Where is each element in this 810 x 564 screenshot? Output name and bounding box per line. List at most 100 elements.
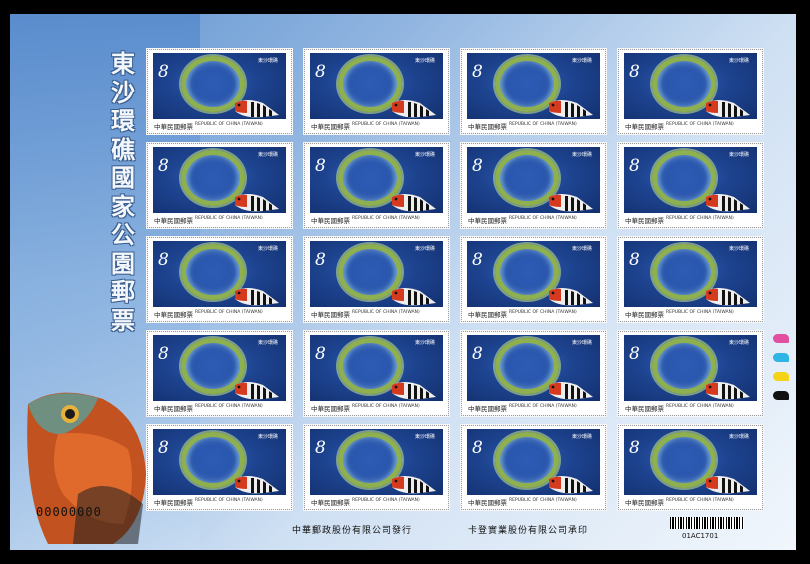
stamp-denomination: 8 <box>472 62 483 82</box>
fish-icon <box>549 288 593 306</box>
fish-icon <box>392 100 436 118</box>
stamp-country-en: REPUBLIC OF CHINA (TAIWAN) <box>666 498 734 503</box>
stamp-image: 8 東沙環礁 <box>467 147 600 213</box>
fish-icon <box>549 476 593 494</box>
sheet-title: 東沙環礁國家公園郵票 <box>106 49 140 335</box>
stamp-park-name: 東沙環礁 <box>728 58 749 64</box>
stamp-image: 8 東沙環礁 <box>153 53 286 119</box>
stamp-image: 8 東沙環礁 <box>624 241 757 307</box>
stamp: 8 東沙環礁中華民國郵票 REPUBLIC OF CHINA (TAIWAN) <box>147 49 292 134</box>
stamp: 8 東沙環礁中華民國郵票 REPUBLIC OF CHINA (TAIWAN) <box>304 331 449 416</box>
stamp-country-cn: 中華民國郵票 <box>468 217 507 225</box>
stamp-park-name: 東沙環礁 <box>571 152 592 158</box>
stamp-denomination: 8 <box>472 344 483 364</box>
sheet-title-char: 郵 <box>111 277 135 306</box>
stamp-country-en: REPUBLIC OF CHINA (TAIWAN) <box>352 498 420 503</box>
stamp-park-name: 東沙環礁 <box>728 246 749 252</box>
stamp: 8 東沙環礁 中華民國郵票 REPUBLIC OF CHINA (TAIWAN) <box>147 331 292 416</box>
stamp-country-cn: 中華民國郵票 <box>154 123 193 131</box>
fish-icon <box>706 476 750 494</box>
stamp-country-cn: 中華民國郵票 <box>154 217 193 225</box>
sheet-title-char: 園 <box>111 248 135 278</box>
stamp-country-cn: 中華民國郵票 <box>625 217 664 225</box>
stamp: 8 東沙環礁中華民國郵票 REPUBLIC OF CHINA (TAIWAN) <box>618 425 763 510</box>
stamp-grid: 8 東沙環礁 中華民國郵票 REPUBLIC OF CHINA (TAIWAN) 8 東沙… <box>147 49 776 512</box>
stamp-park-name: 東沙環礁 <box>728 152 749 158</box>
stamp: 8 東沙環礁中華民國郵票 REPUBLIC OF CHINA (TAIWAN) <box>461 143 606 228</box>
stamp-denomination: 8 <box>629 250 640 270</box>
stamp-image: 8 東沙環礁 <box>467 429 600 495</box>
sheet-title-char: 家 <box>111 191 135 221</box>
fish-icon <box>549 382 593 400</box>
fish-icon <box>392 194 436 212</box>
stamp-country-cn: 中華民國郵票 <box>625 123 664 131</box>
stamp-park-name: 東沙環礁 <box>414 152 435 158</box>
stamp-country-en: REPUBLIC OF CHINA (TAIWAN) <box>195 122 263 127</box>
stamp-denomination: 8 <box>629 438 640 458</box>
stamp-country-en: REPUBLIC OF CHINA (TAIWAN) <box>352 404 420 409</box>
stamp-country-cn: 中華民國郵票 <box>311 123 350 131</box>
stamp: 8 東沙環礁 中華民國郵票 REPUBLIC OF CHINA (TAIWAN) <box>461 49 606 134</box>
stamp: 8 東沙環礁 中華民國郵票 REPUBLIC OF CHINA (TAIWAN) <box>304 143 449 228</box>
stamp-image: 8 東沙環礁 <box>624 53 757 119</box>
fish-icon <box>235 194 279 212</box>
stamp-park-name: 東沙環礁 <box>414 246 435 252</box>
stamp-image: 8 東沙環礁 <box>310 147 443 213</box>
sheet-title-char: 環 <box>111 106 135 135</box>
stamp-country-en: REPUBLIC OF CHINA (TAIWAN) <box>509 404 577 409</box>
stamp-denomination: 8 <box>158 250 169 270</box>
stamp-park-name: 東沙環礁 <box>414 340 435 346</box>
sheet-title-char: 國 <box>111 163 135 192</box>
stamp-country-cn: 中華民國郵票 <box>468 311 507 319</box>
sheet-title-char: 東 <box>111 49 135 78</box>
stamp-denomination: 8 <box>472 156 483 176</box>
stamp-country-en: REPUBLIC OF CHINA (TAIWAN) <box>195 404 263 409</box>
stamp-country-en: REPUBLIC OF CHINA (TAIWAN) <box>509 122 577 127</box>
stamp-country-cn: 中華民國郵票 <box>311 405 350 413</box>
stamp-park-name: 東沙環礁 <box>257 340 278 346</box>
stamp-image: 8 東沙環礁 <box>310 53 443 119</box>
sheet-title-char: 票 <box>111 305 135 335</box>
stamp-country-cn: 中華民國郵票 <box>625 499 664 507</box>
stamp-country-en: REPUBLIC OF CHINA (TAIWAN) <box>666 122 734 127</box>
stamp-image: 8 東沙環礁 <box>310 335 443 401</box>
stamp: 8 東沙環礁中華民國郵票 REPUBLIC OF CHINA (TAIWAN) <box>618 237 763 322</box>
stamp: 8 東沙環礁中華民國郵票 REPUBLIC OF CHINA (TAIWAN) <box>304 49 449 134</box>
stamp-country-en: REPUBLIC OF CHINA (TAIWAN) <box>509 216 577 221</box>
stamp-country-en: REPUBLIC OF CHINA (TAIWAN) <box>666 310 734 315</box>
stamp: 8 東沙環礁 中華民國郵票 REPUBLIC OF CHINA (TAIWAN) <box>461 237 606 322</box>
stamp-park-name: 東沙環礁 <box>257 58 278 64</box>
stamp-country-cn: 中華民國郵票 <box>154 499 193 507</box>
stamp-country-cn: 中華民國郵票 <box>311 311 350 319</box>
stamp-country-cn: 中華民國郵票 <box>625 405 664 413</box>
stamp-denomination: 8 <box>629 344 640 364</box>
stamp-country-cn: 中華民國郵票 <box>468 499 507 507</box>
fish-icon <box>392 382 436 400</box>
stamp-image: 8 東沙環礁 <box>624 429 757 495</box>
stamp-image: 8 東沙環礁 <box>153 241 286 307</box>
stamp-country-cn: 中華民國郵票 <box>468 405 507 413</box>
stamp-denomination: 8 <box>315 156 326 176</box>
stamp-denomination: 8 <box>315 62 326 82</box>
stamp-denomination: 8 <box>629 62 640 82</box>
fish-icon <box>706 382 750 400</box>
stamp: 8 東沙環礁 中華民國郵票 REPUBLIC OF CHINA (TAIWAN) <box>618 331 763 416</box>
barcode-icon <box>670 517 744 529</box>
stamp-country-en: REPUBLIC OF CHINA (TAIWAN) <box>666 404 734 409</box>
stamp-sheet: 東沙環礁國家公園郵票 00000000 中華郵政股份有限公司發行 卡登實業股份有… <box>10 14 796 550</box>
printer-text: 卡登實業股份有限公司承印 <box>468 526 589 536</box>
stamp-country-en: REPUBLIC OF CHINA (TAIWAN) <box>352 310 420 315</box>
stamp-park-name: 東沙環礁 <box>414 434 435 440</box>
stamp-image: 8 東沙環礁 <box>310 429 443 495</box>
stamp-country-en: REPUBLIC OF CHINA (TAIWAN) <box>195 216 263 221</box>
stamp-country-cn: 中華民國郵票 <box>625 311 664 319</box>
stamp-denomination: 8 <box>158 438 169 458</box>
fish-icon <box>235 382 279 400</box>
stamp-country-en: REPUBLIC OF CHINA (TAIWAN) <box>352 122 420 127</box>
sheet-title-char: 沙 <box>111 77 135 107</box>
stamp-park-name: 東沙環礁 <box>571 434 592 440</box>
stamp-image: 8 東沙環礁 <box>467 53 600 119</box>
stamp-park-name: 東沙環礁 <box>257 434 278 440</box>
stamp-image: 8 東沙環礁 <box>153 147 286 213</box>
stamp: 8 東沙環礁 中華民國郵票 REPUBLIC OF CHINA (TAIWAN) <box>618 143 763 228</box>
